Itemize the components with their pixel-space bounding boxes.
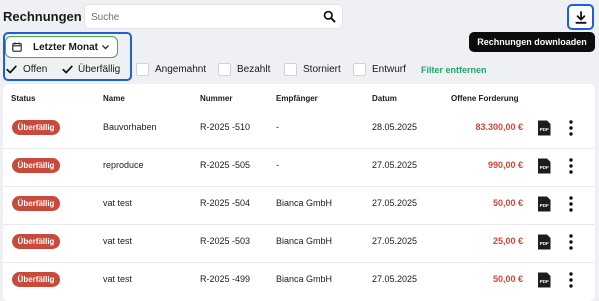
column-header-name[interactable]: Name [103,94,125,103]
open-amount: 50,00 € [492,198,523,208]
invoice-name: Bauvorhaben [103,122,157,132]
search-icon[interactable] [323,10,336,23]
invoice-number: R-2025 -499 [200,274,251,284]
table-row[interactable]: Überfällig vat test R-2025 -504 Bianca G… [3,186,595,224]
invoice-date: 27.05.2025 [372,236,418,246]
invoice-recipient: - [276,160,279,170]
pdf-icon[interactable]: PDF [537,120,551,136]
checkbox-ueberfaellig[interactable] [61,63,74,76]
invoice-date: 27.05.2025 [372,198,418,208]
invoice-table: Status Name Nummer Empfänger Datum Offen… [3,84,595,301]
more-vertical-icon[interactable] [566,156,576,176]
chevron-down-icon [102,44,109,50]
checkbox-offen[interactable] [5,63,18,76]
download-icon [574,10,587,24]
filter-label-bezahlt[interactable]: Bezahlt [237,64,270,76]
svg-text:PDF: PDF [540,165,549,170]
checkbox-storniert[interactable] [284,63,297,76]
checkbox-bezahlt[interactable] [218,63,231,76]
search-box[interactable] [84,4,343,29]
column-header-open-amount[interactable]: Offene Forderung [451,94,519,103]
invoice-number: R-2025 -510 [200,122,251,132]
open-amount: 990,00 € [487,160,523,170]
column-header-number[interactable]: Nummer [200,94,232,103]
open-amount: 25,00 € [492,236,523,246]
invoice-recipient: Bianca GmbH [276,274,333,284]
table-row[interactable]: Überfällig reproduce R-2025 -505 - 27.05… [3,148,595,186]
filter-label-angemahnt[interactable]: Angemahnt [155,64,206,76]
status-filter-row: Offen Überfällig Angemahnt Bezahlt Storn… [5,62,495,78]
svg-text:PDF: PDF [540,241,549,246]
invoice-date: 27.05.2025 [372,274,418,284]
filter-label-entwurf[interactable]: Entwurf [372,64,406,76]
invoice-recipient: Bianca GmbH [276,198,333,208]
column-header-recipient[interactable]: Empfänger [276,94,318,103]
invoice-name: vat test [103,274,133,284]
open-amount: 83.300,00 € [475,122,523,132]
invoice-number: R-2025 -503 [200,236,251,246]
column-header-status[interactable]: Status [11,94,35,103]
date-range-label: Letzter Monat [33,41,98,53]
table-row[interactable]: Überfällig vat test R-2025 -503 Bianca G… [3,224,595,262]
status-badge: Überfällig [12,120,60,135]
open-amount: 50,00 € [492,274,523,284]
checkmark-icon [6,65,17,74]
status-badge: Überfällig [12,196,60,211]
clear-filters-link[interactable]: Filter entfernen [421,64,487,76]
status-badge: Überfällig [12,158,60,173]
more-vertical-icon[interactable] [566,194,576,214]
checkmark-icon [62,65,73,74]
status-badge: Überfällig [12,272,60,287]
filter-label-offen[interactable]: Offen [23,64,47,76]
invoice-number: R-2025 -505 [200,160,251,170]
status-badge: Überfällig [12,234,60,249]
calendar-icon [12,42,22,52]
more-vertical-icon[interactable] [566,232,576,252]
pdf-icon[interactable]: PDF [537,158,551,174]
svg-text:PDF: PDF [540,127,549,132]
svg-text:PDF: PDF [540,203,549,208]
filter-label-storniert[interactable]: Storniert [303,64,341,76]
invoice-name: vat test [103,236,133,246]
invoice-date: 28.05.2025 [372,122,418,132]
table-row[interactable]: Überfällig Bauvorhaben R-2025 -510 - 28.… [3,110,595,148]
filter-label-ueberfaellig[interactable]: Überfällig [78,64,120,76]
invoice-name: reproduce [103,160,144,170]
download-tooltip: Rechnungen downloaden [469,32,595,52]
more-vertical-icon[interactable] [566,270,576,290]
pdf-icon[interactable]: PDF [537,196,551,212]
pdf-icon[interactable]: PDF [537,234,551,250]
invoice-name: vat test [103,198,133,208]
search-input[interactable] [91,8,316,26]
table-row[interactable]: Überfällig vat test R-2025 -499 Bianca G… [3,262,595,300]
column-header-date[interactable]: Datum [372,94,397,103]
checkbox-angemahnt[interactable] [136,63,149,76]
invoice-recipient: - [276,122,279,132]
svg-text:PDF: PDF [540,279,549,284]
invoice-number: R-2025 -504 [200,198,251,208]
checkbox-entwurf[interactable] [353,63,366,76]
download-button[interactable] [567,4,594,30]
more-vertical-icon[interactable] [566,118,576,138]
pdf-icon[interactable]: PDF [537,272,551,288]
page-title: Rechnungen [3,9,82,24]
date-range-dropdown[interactable]: Letzter Monat [5,36,118,58]
invoice-date: 27.05.2025 [372,160,418,170]
invoice-recipient: Bianca GmbH [276,236,333,246]
